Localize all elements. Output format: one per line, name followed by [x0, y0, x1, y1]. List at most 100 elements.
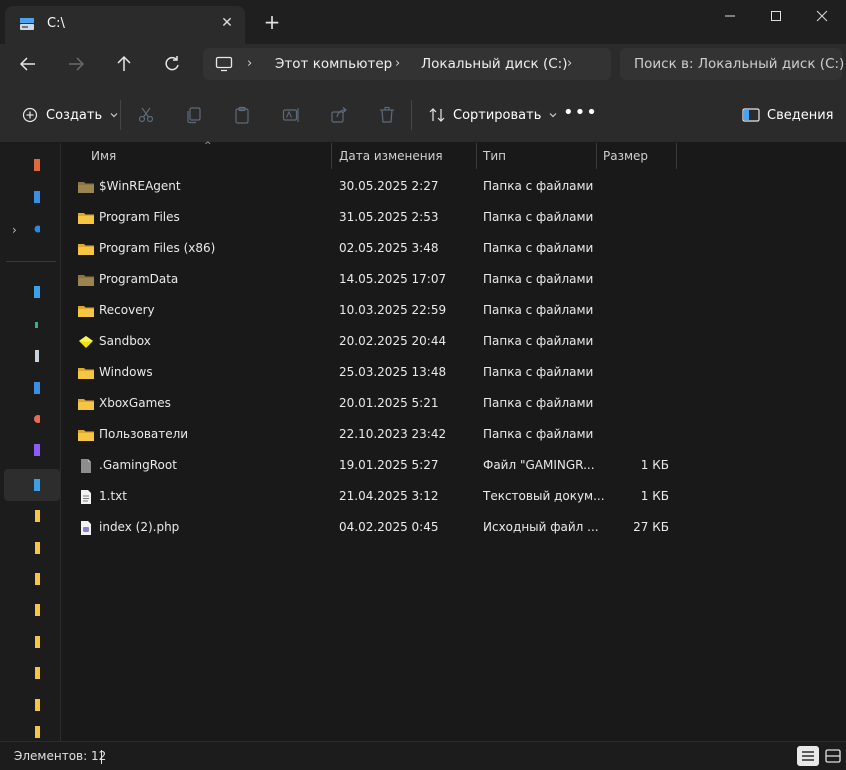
file-type: Папка с файлами: [483, 396, 594, 410]
forward-button[interactable]: [62, 53, 90, 75]
maximize-button[interactable]: [753, 0, 799, 32]
back-button[interactable]: [14, 53, 42, 75]
breadcrumb-this-pc[interactable]: Этот компьютер: [275, 56, 392, 72]
minimize-button[interactable]: [707, 0, 753, 32]
tab-title: C:\: [47, 16, 65, 31]
file-name: ProgramData: [99, 272, 179, 286]
sort-ascending-icon: ^: [204, 141, 212, 151]
pictures-icon[interactable]: [34, 382, 40, 394]
file-date: 31.05.2025 2:53: [339, 210, 439, 224]
details-view-button[interactable]: [797, 746, 819, 766]
breadcrumb-chevron-icon[interactable]: ›: [395, 56, 400, 71]
column-divider[interactable]: [331, 143, 332, 169]
up-button[interactable]: [110, 53, 138, 75]
folder-icon: [78, 399, 94, 410]
file-row[interactable]: Recovery 10.03.2025 22:59 Папка с файлам…: [61, 296, 846, 327]
close-window-button[interactable]: [799, 0, 845, 32]
sort-button[interactable]: Сортировать: [428, 105, 558, 125]
folder-icon[interactable]: [34, 699, 40, 711]
status-divider: [101, 750, 102, 764]
search-input[interactable]: Поиск в: Локальный диск (C:): [620, 48, 844, 80]
file-type: Папка с файлами: [483, 303, 594, 317]
file-row[interactable]: Sandbox 20.02.2025 20:44 Папка с файлами: [61, 327, 846, 358]
rename-icon[interactable]: [281, 105, 301, 125]
breadcrumb-chevron-icon[interactable]: ›: [247, 56, 252, 71]
file-date: 22.10.2023 23:42: [339, 427, 447, 441]
more-options-button[interactable]: •••: [563, 102, 598, 123]
file-row[interactable]: ProgramData 14.05.2025 17:07 Папка с фай…: [61, 265, 846, 296]
command-bar: Создать Сортировать ••• Сведения: [0, 88, 846, 143]
file-list: ^ Имя Дата изменения Тип Размер $WinREAg…: [61, 141, 846, 741]
file-date: 04.02.2025 0:45: [339, 520, 439, 534]
sandbox-icon: [79, 336, 93, 348]
music-icon[interactable]: [34, 413, 40, 425]
column-header-type[interactable]: Тип: [483, 143, 506, 169]
column-divider[interactable]: [596, 143, 597, 169]
file-row[interactable]: Program Files 31.05.2025 2:53 Папка с фа…: [61, 203, 846, 234]
new-tab-button[interactable]: +: [262, 12, 282, 33]
folder-icon[interactable]: [34, 542, 40, 554]
expand-chevron-icon[interactable]: ›: [12, 223, 17, 237]
folder-icon[interactable]: [34, 604, 40, 616]
file-row[interactable]: Пользователи 22.10.2023 23:42 Папка с фа…: [61, 420, 846, 451]
create-button[interactable]: Создать: [22, 105, 119, 125]
file-date: 02.05.2025 3:48: [339, 241, 439, 255]
toolbar-divider: [120, 100, 121, 130]
delete-icon[interactable]: [377, 105, 397, 125]
column-divider[interactable]: [476, 143, 477, 169]
file-name: XboxGames: [99, 396, 171, 410]
file-row[interactable]: index (2).php 04.02.2025 0:45 Исходный ф…: [61, 513, 846, 544]
file-row[interactable]: Windows 25.03.2025 13:48 Папка с файлами: [61, 358, 846, 389]
sidebar-item-selected[interactable]: [4, 469, 60, 501]
home-icon[interactable]: [34, 159, 40, 171]
folder-icon: [78, 430, 94, 441]
drive-icon[interactable]: [34, 479, 40, 491]
file-row[interactable]: .GamingRoot 19.01.2025 5:27 Файл "GAMING…: [61, 451, 846, 482]
tab-c-drive[interactable]: C:\ ✕: [5, 6, 245, 44]
column-divider[interactable]: [676, 143, 677, 169]
file-type: Папка с файлами: [483, 334, 594, 348]
downloads-icon[interactable]: [34, 319, 40, 331]
address-bar[interactable]: › Этот компьютер › Локальный диск (C:) ›: [203, 48, 611, 80]
paste-icon[interactable]: [232, 105, 252, 125]
title-bar: C:\ ✕ +: [0, 0, 846, 44]
folder-icon[interactable]: [34, 573, 40, 585]
item-count: Элементов: 12: [14, 749, 107, 763]
refresh-icon: [165, 56, 179, 71]
folder-icon[interactable]: [34, 667, 40, 679]
details-pane-button[interactable]: Сведения: [742, 105, 834, 125]
close-tab-icon[interactable]: ✕: [219, 15, 235, 31]
copy-icon[interactable]: [184, 105, 204, 125]
refresh-button[interactable]: [158, 53, 186, 75]
file-row[interactable]: XboxGames 20.01.2025 5:21 Папка с файлам…: [61, 389, 846, 420]
file-row[interactable]: Program Files (x86) 02.05.2025 3:48 Папк…: [61, 234, 846, 265]
folder-icon: [78, 368, 94, 379]
tiles-view-button[interactable]: [822, 746, 844, 766]
breadcrumb-local-disk[interactable]: Локальный диск (C:): [421, 56, 567, 72]
folder-icon[interactable]: [34, 510, 40, 522]
file-name: 1.txt: [99, 489, 127, 503]
cut-icon[interactable]: [136, 105, 156, 125]
documents-icon[interactable]: [34, 350, 40, 362]
file-name: Recovery: [99, 303, 155, 317]
folder-icon[interactable]: [34, 636, 40, 648]
onedrive-icon[interactable]: [34, 223, 40, 235]
folder-icon[interactable]: [34, 726, 40, 738]
file-row[interactable]: 1.txt 21.04.2025 3:12 Текстовый докум...…: [61, 482, 846, 513]
column-header-date[interactable]: Дата изменения: [339, 143, 443, 169]
desktop-icon[interactable]: [34, 286, 40, 298]
gallery-icon[interactable]: [34, 191, 40, 203]
file-name: index (2).php: [99, 520, 180, 534]
share-icon[interactable]: [329, 105, 349, 125]
column-header-size[interactable]: Размер: [603, 143, 648, 169]
file-type: Папка с файлами: [483, 272, 594, 286]
column-header-name[interactable]: Имя: [91, 143, 116, 169]
file-type: Папка с файлами: [483, 179, 594, 193]
videos-icon[interactable]: [34, 444, 40, 456]
details-view-icon: [802, 751, 814, 761]
file-type: Папка с файлами: [483, 210, 594, 224]
file-name: Program Files: [99, 210, 180, 224]
file-row[interactable]: $WinREAgent 30.05.2025 2:27 Папка с файл…: [61, 172, 846, 203]
breadcrumb-chevron-icon[interactable]: ›: [567, 56, 572, 71]
file-type: Папка с файлами: [483, 427, 594, 441]
